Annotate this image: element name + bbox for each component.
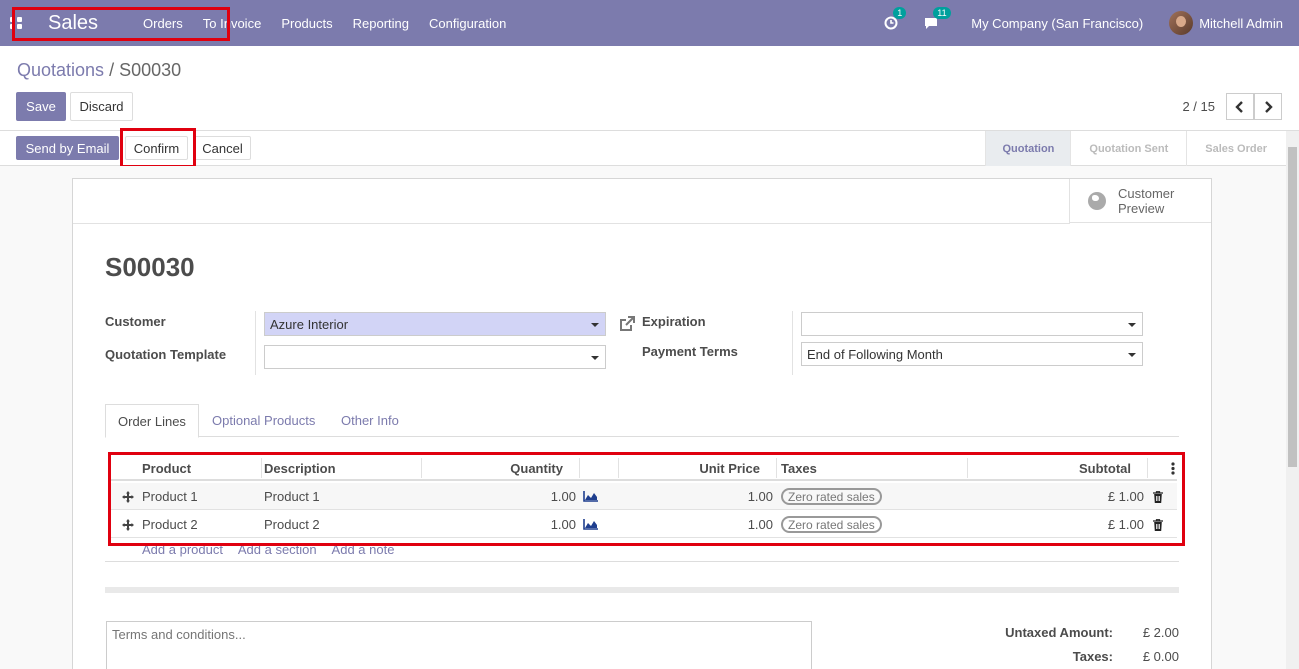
- payment-terms-label: Payment Terms: [642, 344, 738, 359]
- save-button[interactable]: Save: [16, 92, 66, 121]
- divider: [105, 561, 1179, 562]
- messages-badge: 11: [933, 7, 951, 19]
- tab-optional-products[interactable]: Optional Products: [212, 404, 315, 437]
- divider: [73, 223, 1070, 224]
- divider: [255, 311, 256, 375]
- quotation-template-field[interactable]: [264, 345, 606, 369]
- form-sheet: Customer Preview S00030 Customer Quotati…: [72, 178, 1212, 669]
- send-by-email-button[interactable]: Send by Email: [16, 136, 119, 160]
- caret-down-icon[interactable]: [1128, 323, 1136, 327]
- divider: [105, 587, 1179, 593]
- menu-configuration[interactable]: Configuration: [429, 16, 506, 31]
- caret-down-icon[interactable]: [591, 356, 599, 360]
- customer-label: Customer: [105, 314, 166, 329]
- customer-preview-line2: Preview: [1118, 200, 1165, 216]
- highlight-order-lines: [108, 452, 1185, 546]
- terms-and-conditions-input[interactable]: [106, 621, 812, 669]
- taxes-label: Taxes:: [1072, 649, 1113, 664]
- tab-other-info[interactable]: Other Info: [341, 404, 399, 437]
- menu-reporting[interactable]: Reporting: [353, 16, 409, 31]
- untaxed-amount-label: Untaxed Amount:: [1005, 625, 1113, 640]
- breadcrumb-separator: /: [109, 60, 115, 80]
- breadcrumb: Quotations / S00030: [17, 60, 181, 81]
- pager-next-button[interactable]: [1254, 93, 1282, 120]
- stage-quotation[interactable]: Quotation: [985, 131, 1071, 166]
- activity-badge: 1: [893, 7, 907, 19]
- stage-sales-order[interactable]: Sales Order: [1186, 131, 1285, 166]
- control-panel: Quotations / S00030 Save Discard 2 / 15: [0, 46, 1299, 131]
- scrollbar[interactable]: [1286, 131, 1299, 669]
- customer-preview-label: Customer Preview: [1118, 186, 1174, 216]
- taxes-value: £ 0.00: [1142, 649, 1179, 664]
- activity-button[interactable]: 1: [884, 7, 907, 30]
- stage-pipeline: Quotation Quotation Sent Sales Order: [985, 131, 1285, 166]
- avatar[interactable]: [1169, 11, 1194, 35]
- messages-button[interactable]: 11: [923, 7, 951, 30]
- scrollbar-thumb[interactable]: [1288, 147, 1297, 467]
- external-link-icon[interactable]: [618, 315, 636, 333]
- chevron-left-icon: [1235, 100, 1243, 113]
- highlight-confirm: [120, 128, 196, 168]
- pager-previous-button[interactable]: [1226, 93, 1254, 120]
- customer-preview-line1: Customer: [1118, 185, 1175, 201]
- cancel-button[interactable]: Cancel: [194, 136, 251, 160]
- breadcrumb-current: S00030: [119, 60, 182, 80]
- untaxed-amount-value: £ 2.00: [1142, 625, 1179, 640]
- page-title: S00030: [105, 252, 195, 282]
- globe-icon: [1088, 191, 1106, 210]
- pager-value[interactable]: 2 / 15: [1182, 99, 1215, 114]
- payment-terms-value: End of Following Month: [807, 346, 943, 362]
- customer-preview-button[interactable]: Customer Preview: [1069, 179, 1211, 223]
- expiration-field[interactable]: [801, 312, 1143, 336]
- chevron-right-icon: [1265, 100, 1273, 113]
- expiration-label: Expiration: [642, 314, 706, 329]
- breadcrumb-quotations[interactable]: Quotations: [17, 60, 104, 80]
- caret-down-icon[interactable]: [1128, 353, 1136, 357]
- stage-quotation-sent[interactable]: Quotation Sent: [1070, 131, 1186, 166]
- quotation-template-label: Quotation Template: [105, 347, 227, 362]
- notebook-tabs: Order Lines Optional Products Other Info: [105, 404, 1179, 438]
- menu-products[interactable]: Products: [281, 16, 332, 31]
- user-menu[interactable]: Mitchell Admin: [1199, 16, 1283, 31]
- payment-terms-field[interactable]: End of Following Month: [801, 342, 1143, 366]
- tab-order-lines[interactable]: Order Lines: [105, 404, 199, 438]
- highlight-breadcrumb: [12, 7, 230, 41]
- divider: [792, 311, 793, 375]
- customer-field[interactable]: Azure Interior: [264, 312, 606, 336]
- customer-value: Azure Interior: [270, 316, 349, 332]
- discard-button[interactable]: Discard: [70, 92, 133, 121]
- company-switcher[interactable]: My Company (San Francisco): [971, 16, 1143, 31]
- caret-down-icon[interactable]: [591, 323, 599, 327]
